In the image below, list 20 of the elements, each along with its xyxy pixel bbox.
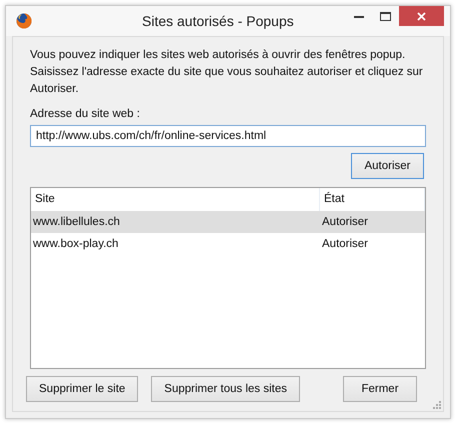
site-cell-text: www.libellules.ch xyxy=(32,216,121,228)
remove-all-sites-button[interactable]: Supprimer tous les sites xyxy=(151,376,300,402)
state-cell-text: Autoriser xyxy=(321,216,370,228)
table-row[interactable]: www.box-play.ch Autoriser xyxy=(31,233,425,255)
close-icon xyxy=(417,12,426,20)
close-dialog-button[interactable]: Fermer xyxy=(343,376,417,402)
address-field[interactable]: http://www.ubs.com/ch/fr/online-services.html xyxy=(30,125,426,147)
minimize-icon xyxy=(354,14,364,18)
close-button[interactable] xyxy=(399,6,444,26)
browser-logo-icon xyxy=(16,13,32,29)
maximize-icon xyxy=(380,12,391,20)
remove-site-button[interactable]: Supprimer le site xyxy=(26,376,138,402)
window-title: Sites autorisés - Popups xyxy=(142,13,294,29)
table-row[interactable]: www.libellules.ch Autoriser xyxy=(31,211,425,233)
state-cell-text: Autoriser xyxy=(321,238,370,250)
description-text: Vous pouvez indiquer les sites web autorisés à ouvrir des fenêtres popup. Saisissez l'adresse exacte du site que vous souhaitez autoriser et cliquez sur Autoriser. xyxy=(30,48,424,97)
resize-grip-icon[interactable] xyxy=(433,401,441,409)
allow-button[interactable]: Autoriser xyxy=(351,153,424,179)
address-label: Adresse du site web : xyxy=(30,108,140,120)
site-cell-text: www.box-play.ch xyxy=(32,238,120,250)
